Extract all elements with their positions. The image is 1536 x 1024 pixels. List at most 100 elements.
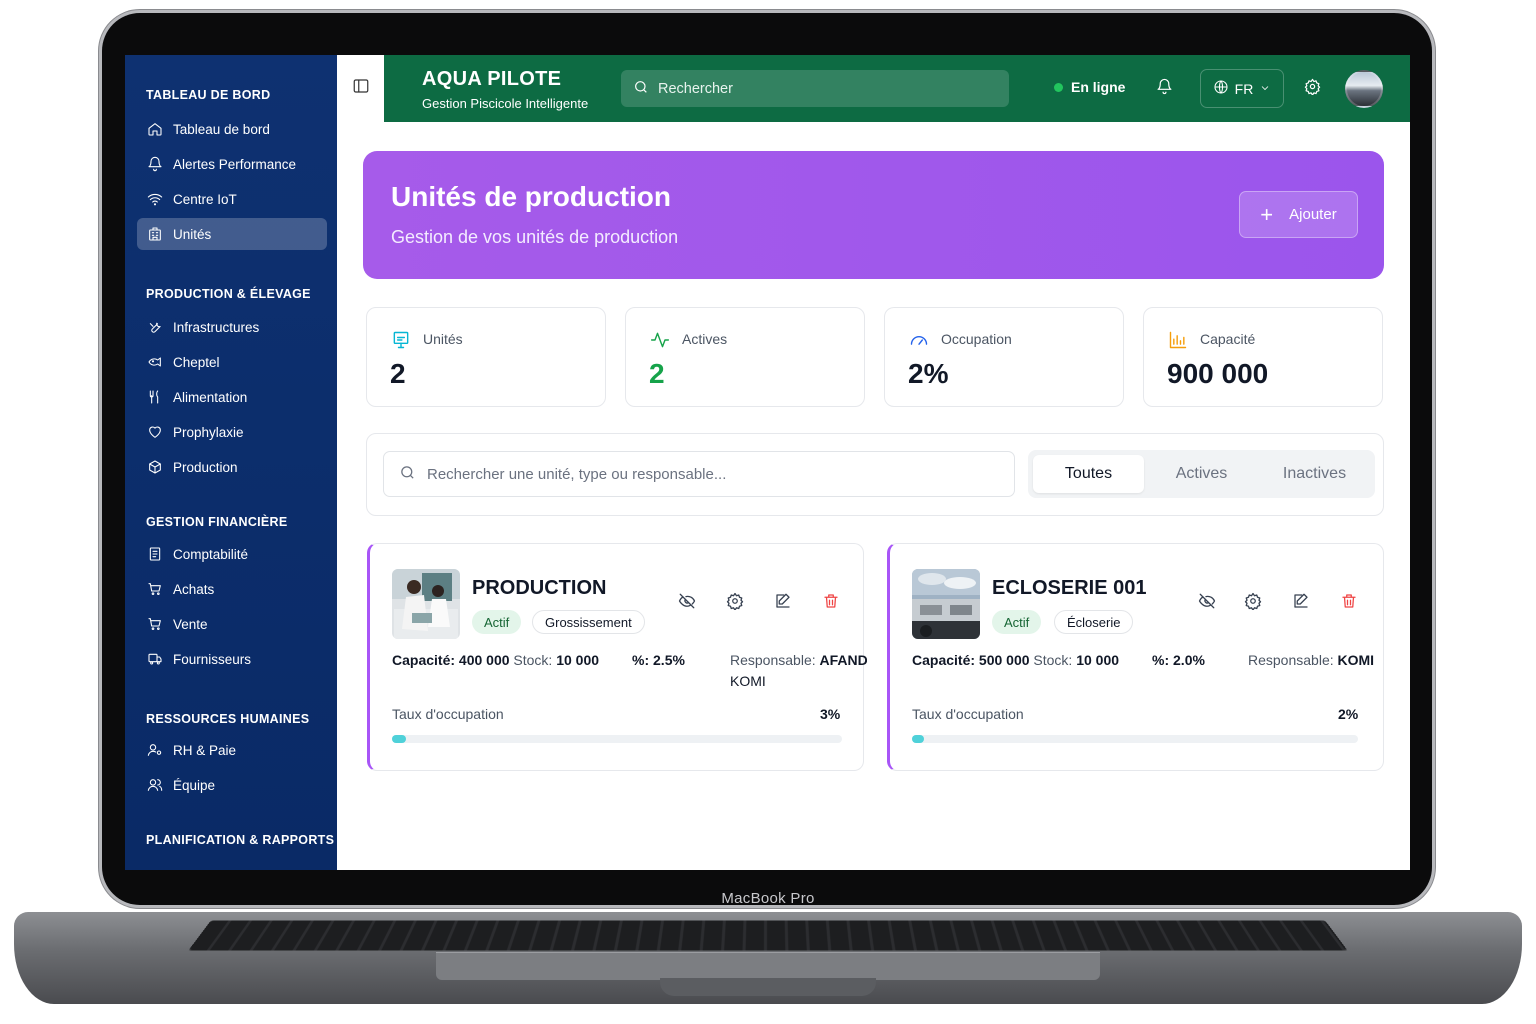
- utensils-icon: [147, 389, 163, 405]
- page-title: Unités de production: [391, 181, 671, 212]
- occupancy-label: Taux d'occupation: [912, 706, 1024, 722]
- sidebar-section-title: GESTION FINANCIÈRE: [146, 515, 288, 529]
- edit-icon: [1292, 592, 1310, 615]
- responsable-value: KOMI: [1337, 652, 1375, 668]
- toggle-visibility-button[interactable]: [676, 592, 698, 614]
- add-unit-button[interactable]: + Ajouter: [1239, 191, 1358, 238]
- search-icon: [399, 464, 416, 485]
- chevron-down-icon: [1259, 81, 1271, 97]
- sidebar-item-centre-iot[interactable]: Centre IoT: [137, 183, 327, 215]
- app-title: AQUA PILOTE: [422, 68, 562, 90]
- sidebar-item-tableau-de-bord[interactable]: Tableau de bord: [137, 113, 327, 145]
- sidebar-item-label: Cheptel: [173, 354, 220, 370]
- percent-info: %: 2.0%: [1152, 652, 1205, 668]
- page-header-banner: Unités de production Gestion de vos unit…: [363, 151, 1384, 279]
- monitor-icon: [391, 330, 411, 350]
- unit-search-input[interactable]: Rechercher une unité, type ou responsabl…: [383, 451, 1015, 497]
- sidebar-item-label: Vente: [173, 616, 208, 632]
- percent-label: %:: [632, 652, 650, 668]
- tab-toutes[interactable]: Toutes: [1033, 455, 1144, 493]
- bell-icon: [1156, 78, 1173, 100]
- type-badge: Grossissement: [532, 610, 645, 634]
- status-badge: Actif: [472, 610, 522, 634]
- status-filter-tabs: Toutes Actives Inactives: [1028, 450, 1375, 498]
- stat-card-occupation: Occupation 2%: [884, 307, 1124, 407]
- sidebar-item-unites[interactable]: Unités: [137, 218, 327, 250]
- sidebar-toggle-button[interactable]: [337, 55, 384, 122]
- unit-card[interactable]: ECLOSERIE 001 Actif Écloserie Capacité: …: [887, 543, 1384, 771]
- sidebar-item-label: Alertes Performance: [173, 156, 297, 172]
- panel-left-icon: [352, 77, 370, 100]
- sidebar-item-infrastructures[interactable]: Infrastructures: [137, 311, 327, 343]
- settings-button[interactable]: [1302, 78, 1322, 100]
- edit-button[interactable]: [1290, 592, 1312, 614]
- sidebar-item-cheptel[interactable]: Cheptel: [137, 346, 327, 378]
- filter-bar: Rechercher une unité, type ou responsabl…: [366, 433, 1384, 516]
- capacity-info: Capacité: 500 000 Stock: 10 000: [912, 652, 1119, 668]
- responsable-info: Responsable: AFANDI: [730, 652, 867, 668]
- stock-label: Stock:: [513, 652, 553, 668]
- sidebar-item-comptabilite[interactable]: Comptabilité: [137, 538, 327, 570]
- responsable-value: AFANDI: [819, 652, 867, 668]
- occupancy-bar: [912, 735, 1358, 743]
- search-placeholder: Rechercher: [658, 80, 733, 97]
- sidebar-item-label: Fournisseurs: [173, 651, 252, 667]
- responsable-label: Responsable:: [730, 652, 816, 668]
- delete-button[interactable]: [1338, 592, 1360, 614]
- stat-card-capacite: Capacité 900 000: [1143, 307, 1383, 407]
- sidebar-item-production[interactable]: Production: [137, 451, 327, 483]
- language-select[interactable]: FR: [1200, 69, 1284, 108]
- sidebar-item-prophylaxie[interactable]: Prophylaxie: [137, 416, 327, 448]
- sidebar-item-fournisseurs[interactable]: Fournisseurs: [137, 643, 327, 675]
- configure-button[interactable]: [724, 592, 746, 614]
- sidebar-item-alertes[interactable]: Alertes Performance: [137, 148, 327, 180]
- eye-off-icon: [1198, 592, 1216, 615]
- sidebar-item-vente[interactable]: Vente: [137, 608, 327, 640]
- sidebar-item-label: Équipe: [173, 777, 216, 793]
- tab-actives[interactable]: Actives: [1146, 455, 1257, 493]
- responsable-value-cont: KOMI: [730, 673, 766, 689]
- global-search-input[interactable]: Rechercher: [621, 70, 1009, 107]
- stat-value: 2: [649, 358, 665, 389]
- tab-inactives[interactable]: Inactives: [1259, 455, 1370, 493]
- laptop-trackpad: [436, 952, 1100, 980]
- notifications-button[interactable]: [1154, 78, 1174, 100]
- cart-icon: [147, 616, 163, 632]
- occupancy-value: 2%: [1338, 706, 1359, 722]
- online-status: En ligne: [1054, 79, 1125, 95]
- stat-value: 2%: [908, 358, 949, 389]
- stat-card-actives: Actives 2: [625, 307, 865, 407]
- toggle-visibility-button[interactable]: [1196, 592, 1218, 614]
- percent-value: 2.5%: [653, 652, 685, 668]
- language-label: FR: [1234, 80, 1254, 97]
- truck-icon: [147, 651, 163, 667]
- sidebar-item-achats[interactable]: Achats: [137, 573, 327, 605]
- plus-icon: +: [1260, 201, 1274, 227]
- sidebar-item-label: Unités: [173, 226, 212, 242]
- percent-value: 2.0%: [1173, 652, 1205, 668]
- sidebar-item-label: Production: [173, 459, 238, 475]
- search-icon: [633, 79, 649, 99]
- sidebar-item-rh-paie[interactable]: RH & Paie: [137, 734, 327, 766]
- sidebar-item-equipe[interactable]: Équipe: [137, 769, 327, 801]
- sidebar-item-label: Tableau de bord: [173, 121, 270, 137]
- occupancy-label: Taux d'occupation: [392, 706, 504, 722]
- sidebar: TABLEAU DE BORD Tableau de bord Alertes …: [125, 55, 337, 870]
- sidebar-item-label: RH & Paie: [173, 742, 237, 758]
- sidebar-item-alimentation[interactable]: Alimentation: [137, 381, 327, 413]
- user-avatar[interactable]: [1345, 70, 1383, 108]
- edit-button[interactable]: [772, 592, 794, 614]
- stat-label: Capacité: [1200, 331, 1256, 347]
- trash-icon: [1340, 592, 1358, 615]
- app-screen: TABLEAU DE BORD Tableau de bord Alertes …: [125, 55, 1410, 870]
- cart-icon: [147, 581, 163, 597]
- stat-value: 2: [390, 358, 406, 389]
- gear-icon: [1304, 78, 1321, 100]
- stock-value: 10 000: [1076, 652, 1120, 668]
- configure-button[interactable]: [1242, 592, 1264, 614]
- stat-label: Occupation: [941, 331, 1012, 347]
- percent-label: %:: [1152, 652, 1170, 668]
- unit-card[interactable]: PRODUCTION Actif Grossissement Capacité:…: [367, 543, 867, 771]
- trash-icon: [822, 592, 840, 615]
- delete-button[interactable]: [820, 592, 842, 614]
